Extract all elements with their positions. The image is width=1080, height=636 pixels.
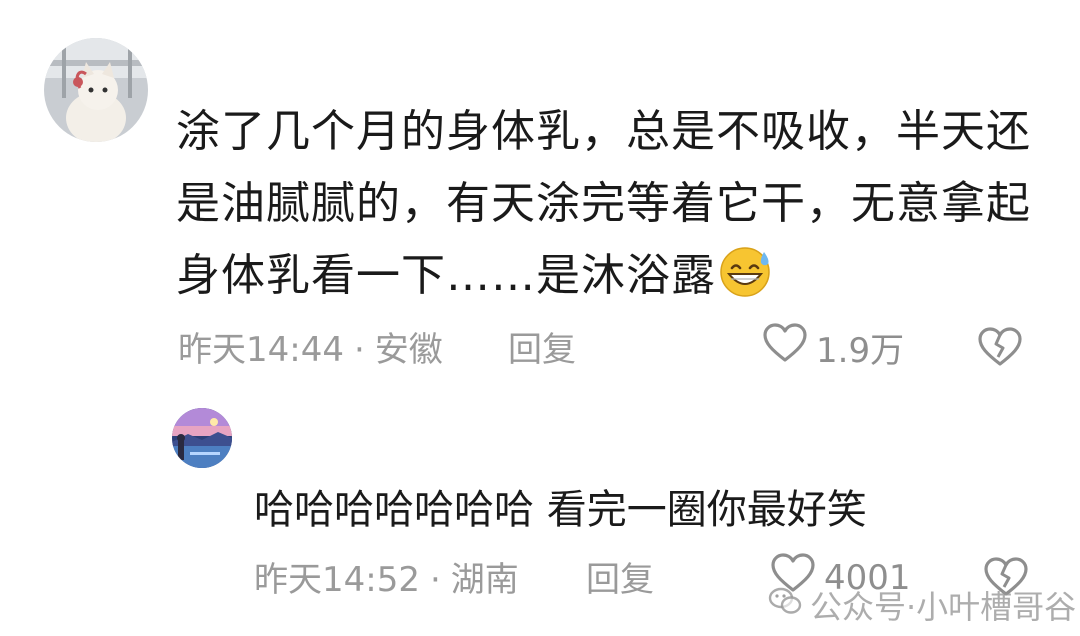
watermark-text: 公众号·小叶槽哥谷 <box>810 588 1077 626</box>
broken-heart-icon <box>976 327 1024 372</box>
comment-time: 昨天14:44 <box>178 330 344 370</box>
comment-dislike-button[interactable] <box>976 326 1024 372</box>
meta-separator: · <box>353 330 365 370</box>
comment-body: 涂了几个月的身体乳，总是不吸收，半天还是油腻腻的，有天涂完等着它干，无意拿起身体… <box>176 106 1031 301</box>
commenter-avatar[interactable] <box>44 38 148 142</box>
wechat-icon <box>768 586 802 624</box>
comment-location: 安徽 <box>374 330 443 370</box>
comment-meta: 昨天14:44 · 安徽 <box>178 322 443 371</box>
replier-avatar[interactable] <box>172 408 232 468</box>
reply-text: 哈哈哈哈哈哈哈 看完一圈你最好笑 <box>254 487 867 533</box>
meta-separator: · <box>429 560 441 600</box>
comment-text: 涂了几个月的身体乳，总是不吸收，半天还是油腻腻的，有天涂完等着它干，无意拿起身体… <box>176 96 1056 320</box>
reply-reply-button[interactable]: 回复 <box>586 552 654 601</box>
comment-reply-button[interactable]: 回复 <box>508 322 576 371</box>
watermark: 公众号·小叶槽哥谷 <box>768 582 1076 628</box>
comment-like-button[interactable]: 1.9万 <box>762 322 904 373</box>
reply-location: 湖南 <box>450 560 519 600</box>
reply-meta: 昨天14:52 · 湖南 <box>254 552 519 601</box>
comment-like-count: 1.9万 <box>816 331 905 371</box>
grinning-sweat-emoji-icon <box>718 246 774 320</box>
reply-time: 昨天14:52 <box>254 560 420 600</box>
heart-outline-icon <box>762 322 808 373</box>
